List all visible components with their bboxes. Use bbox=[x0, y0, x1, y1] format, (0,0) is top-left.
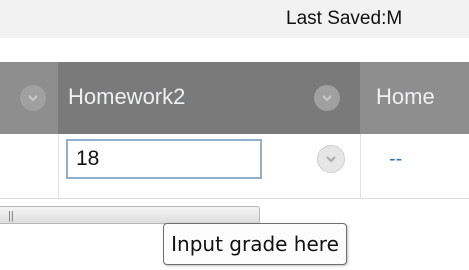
chevron-down-icon[interactable] bbox=[314, 85, 340, 111]
cell-divider bbox=[58, 134, 59, 198]
chevron-down-icon[interactable] bbox=[317, 145, 345, 173]
grade-cell-empty[interactable]: -- bbox=[389, 148, 402, 171]
grid-header-row: Homework2 Home bbox=[0, 62, 469, 134]
cell-divider bbox=[360, 134, 361, 198]
toolbar: Last Saved:M bbox=[0, 0, 469, 38]
column-header-label: Home bbox=[376, 84, 435, 109]
column-header-label: Homework2 bbox=[68, 84, 186, 109]
last-saved-status: Last Saved:M bbox=[286, 8, 403, 29]
grade-input[interactable] bbox=[66, 139, 262, 179]
tooltip: Input grade here bbox=[163, 223, 347, 265]
tooltip-text: Input grade here bbox=[171, 232, 339, 256]
horizontal-scrollbar[interactable]: || bbox=[0, 206, 260, 224]
chevron-down-icon[interactable] bbox=[20, 85, 46, 111]
column-header-homework2[interactable]: Homework2 bbox=[58, 62, 360, 134]
column-header-home[interactable]: Home bbox=[360, 62, 469, 134]
scrollbar-grip-icon: || bbox=[8, 210, 14, 222]
column-header-previous[interactable] bbox=[0, 62, 58, 134]
